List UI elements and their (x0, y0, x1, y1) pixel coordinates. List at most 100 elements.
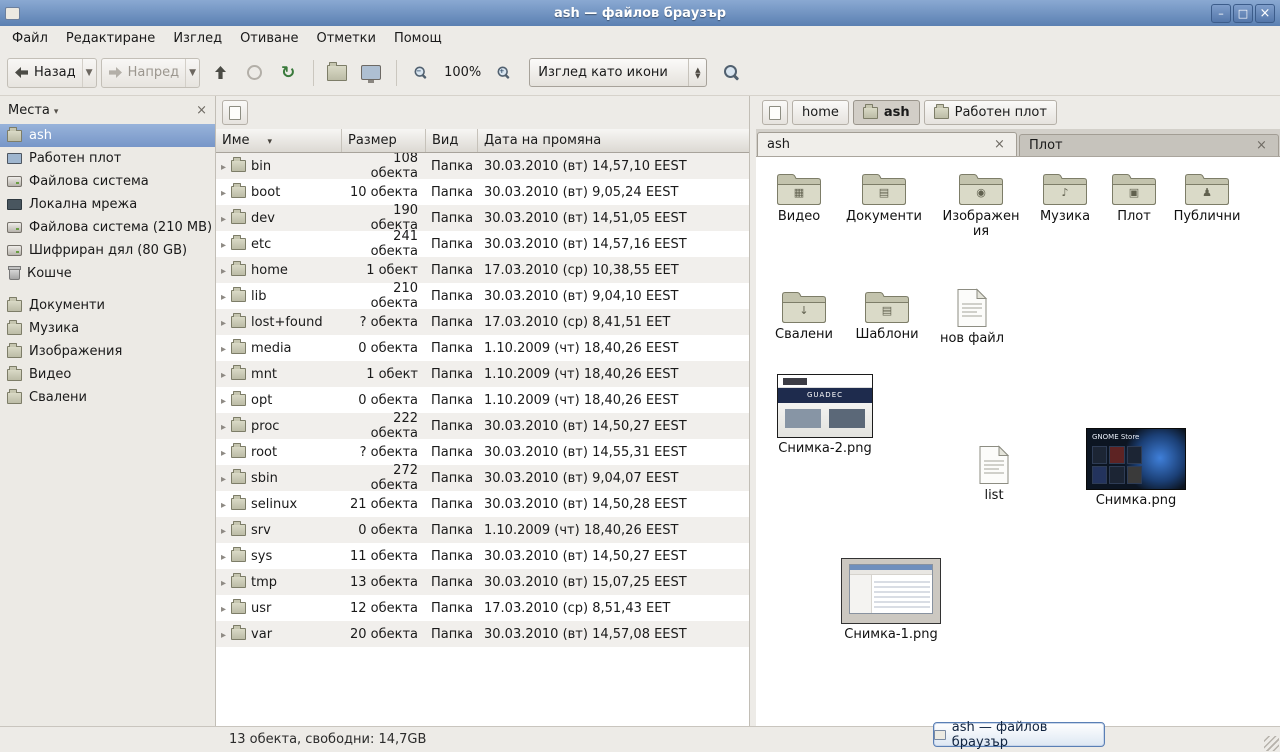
table-row[interactable]: home1 обектПапка17.03.2010 (ср) 10,38,55… (216, 257, 749, 283)
home-button[interactable] (321, 58, 353, 88)
table-row[interactable]: sbin272 обектаПапка30.03.2010 (вт) 9,04,… (216, 465, 749, 491)
sidebar-mode-dropdown-icon[interactable] (54, 103, 59, 118)
sidebar-item-downloads[interactable]: Свалени (0, 386, 215, 409)
expander-icon[interactable] (221, 263, 226, 278)
maximize-button[interactable] (1233, 4, 1253, 23)
icon-item-downloads[interactable]: ↓Свалени (767, 288, 841, 342)
table-row[interactable]: tmp13 обектаПапка30.03.2010 (вт) 15,07,2… (216, 569, 749, 595)
expander-icon[interactable] (221, 341, 226, 356)
table-row[interactable]: media0 обектаПапка1.10.2009 (чт) 18,40,2… (216, 335, 749, 361)
expander-icon[interactable] (221, 211, 226, 226)
expander-icon[interactable] (221, 159, 226, 174)
expander-icon[interactable] (221, 367, 226, 382)
sidebar-item-encrypted-80gb[interactable]: Шифриран дял (80 GB) (0, 239, 215, 262)
column-header-date[interactable]: Дата на промяна (478, 129, 749, 152)
icon-item-documents[interactable]: ▤Документи (844, 170, 924, 224)
icon-item-desktop[interactable]: ▣Плот (1101, 170, 1167, 224)
taskbar-window-button[interactable]: ash — файлов браузър (933, 722, 1105, 747)
menu-item-help[interactable]: Помощ (385, 28, 451, 49)
sidebar-item-desktop[interactable]: Работен плот (0, 147, 215, 170)
icon-item-snimka-1[interactable]: Снимка-1.png (837, 558, 945, 642)
icon-item-snimka[interactable]: GNOME StoreСнимка.png (1082, 428, 1190, 508)
stop-button[interactable] (238, 58, 270, 88)
minimize-button[interactable] (1211, 4, 1231, 23)
expander-icon[interactable] (221, 601, 226, 616)
up-button[interactable] (204, 58, 236, 88)
expander-icon[interactable] (221, 185, 226, 200)
icon-item-snimka-2[interactable]: GUADECСнимка-2.png (773, 374, 877, 456)
close-button[interactable] (1255, 4, 1275, 23)
expander-icon[interactable] (221, 445, 226, 460)
table-row[interactable]: opt0 обектаПапка1.10.2009 (чт) 18,40,26 … (216, 387, 749, 413)
pathbar-root-button[interactable] (762, 100, 788, 125)
column-header-name[interactable]: Име (216, 129, 342, 152)
table-row[interactable]: boot10 обектаПапка30.03.2010 (вт) 9,05,2… (216, 179, 749, 205)
icon-item-public[interactable]: ♟Публични (1169, 170, 1245, 224)
table-row[interactable]: mnt1 обектПапка1.10.2009 (чт) 18,40,26 E… (216, 361, 749, 387)
table-row[interactable]: srv0 обектаПапка1.10.2009 (чт) 18,40,26 … (216, 517, 749, 543)
view-mode-combobox[interactable]: Изглед като икони (529, 58, 707, 87)
expander-icon[interactable] (221, 549, 226, 564)
sidebar-item-filesystem-210mb[interactable]: Файлова система (210 MB) (0, 216, 215, 239)
menu-item-go[interactable]: Отиване (231, 28, 307, 49)
table-row[interactable]: sys11 обектаПапка30.03.2010 (вт) 14,50,2… (216, 543, 749, 569)
icon-item-videos[interactable]: ▦Видео (762, 170, 836, 224)
expander-icon[interactable] (221, 393, 226, 408)
sidebar-item-local-network[interactable]: Локална мрежа (0, 193, 215, 216)
icon-item-templates[interactable]: ▤Шаблони (849, 288, 925, 342)
sidebar-close-icon[interactable] (196, 103, 207, 118)
back-button[interactable]: Назад ▼ (7, 58, 97, 88)
table-row[interactable]: bin108 обектаПапка30.03.2010 (вт) 14,57,… (216, 153, 749, 179)
sidebar-item-filesystem[interactable]: Файлова система (0, 170, 215, 193)
sidebar-item-documents[interactable]: Документи (0, 294, 215, 317)
zoom-out-button[interactable]: − (404, 58, 436, 88)
search-button[interactable] (715, 58, 747, 88)
path-button-ash[interactable]: ash (853, 100, 920, 125)
forward-button[interactable]: Напред ▼ (101, 58, 200, 88)
left-pane-location-button[interactable] (222, 100, 248, 125)
expander-icon[interactable] (221, 315, 226, 330)
icon-item-new-file[interactable]: нов файл (934, 288, 1010, 346)
reload-button[interactable] (272, 58, 304, 88)
icon-item-music[interactable]: ♪Музика (1028, 170, 1102, 224)
expander-icon[interactable] (221, 237, 226, 252)
titlebar[interactable]: ash — файлов браузър (0, 0, 1280, 26)
sidebar-item-ash[interactable]: ash (0, 124, 215, 147)
expander-icon[interactable] (221, 419, 226, 434)
table-row[interactable]: etc241 обектаПапка30.03.2010 (вт) 14,57,… (216, 231, 749, 257)
tab-close-icon[interactable] (1254, 138, 1269, 153)
table-row[interactable]: root? обектаПапка30.03.2010 (вт) 14,55,3… (216, 439, 749, 465)
column-header-type[interactable]: Вид (426, 129, 478, 152)
menu-item-file[interactable]: Файл (3, 28, 57, 49)
resize-grip[interactable] (1264, 736, 1279, 751)
icon-item-list[interactable]: list (962, 445, 1026, 503)
tab-ash[interactable]: ash (757, 132, 1017, 156)
menu-item-view[interactable]: Изглед (164, 28, 231, 49)
expander-icon[interactable] (221, 627, 226, 642)
expander-icon[interactable] (221, 497, 226, 512)
computer-button[interactable] (355, 58, 387, 88)
zoom-in-button[interactable]: + (487, 58, 519, 88)
forward-history-dropdown[interactable]: ▼ (185, 59, 199, 87)
menu-item-bookmarks[interactable]: Отметки (307, 28, 384, 49)
table-row[interactable]: proc222 обектаПапка30.03.2010 (вт) 14,50… (216, 413, 749, 439)
sidebar-item-videos[interactable]: Видео (0, 363, 215, 386)
expander-icon[interactable] (221, 523, 226, 538)
sidebar-item-trash[interactable]: Кошче (0, 262, 215, 285)
back-history-dropdown[interactable]: ▼ (82, 59, 96, 87)
table-row[interactable]: selinux21 обектаПапка30.03.2010 (вт) 14,… (216, 491, 749, 517)
expander-icon[interactable] (221, 471, 226, 486)
expander-icon[interactable] (221, 575, 226, 590)
tab-close-icon[interactable] (992, 137, 1007, 152)
table-row[interactable]: lib210 обектаПапка30.03.2010 (вт) 9,04,1… (216, 283, 749, 309)
tab-desktop[interactable]: Плот (1019, 134, 1279, 156)
expander-icon[interactable] (221, 289, 226, 304)
table-row[interactable]: var20 обектаПапка30.03.2010 (вт) 14,57,0… (216, 621, 749, 647)
menu-item-edit[interactable]: Редактиране (57, 28, 164, 49)
table-row[interactable]: dev190 обектаПапка30.03.2010 (вт) 14,51,… (216, 205, 749, 231)
table-row[interactable]: usr12 обектаПапка17.03.2010 (ср) 8,51,43… (216, 595, 749, 621)
table-row[interactable]: lost+found? обектаПапка17.03.2010 (ср) 8… (216, 309, 749, 335)
column-header-size[interactable]: Размер (342, 129, 426, 152)
path-button-home[interactable]: home (792, 100, 849, 125)
sidebar-item-music[interactable]: Музика (0, 317, 215, 340)
